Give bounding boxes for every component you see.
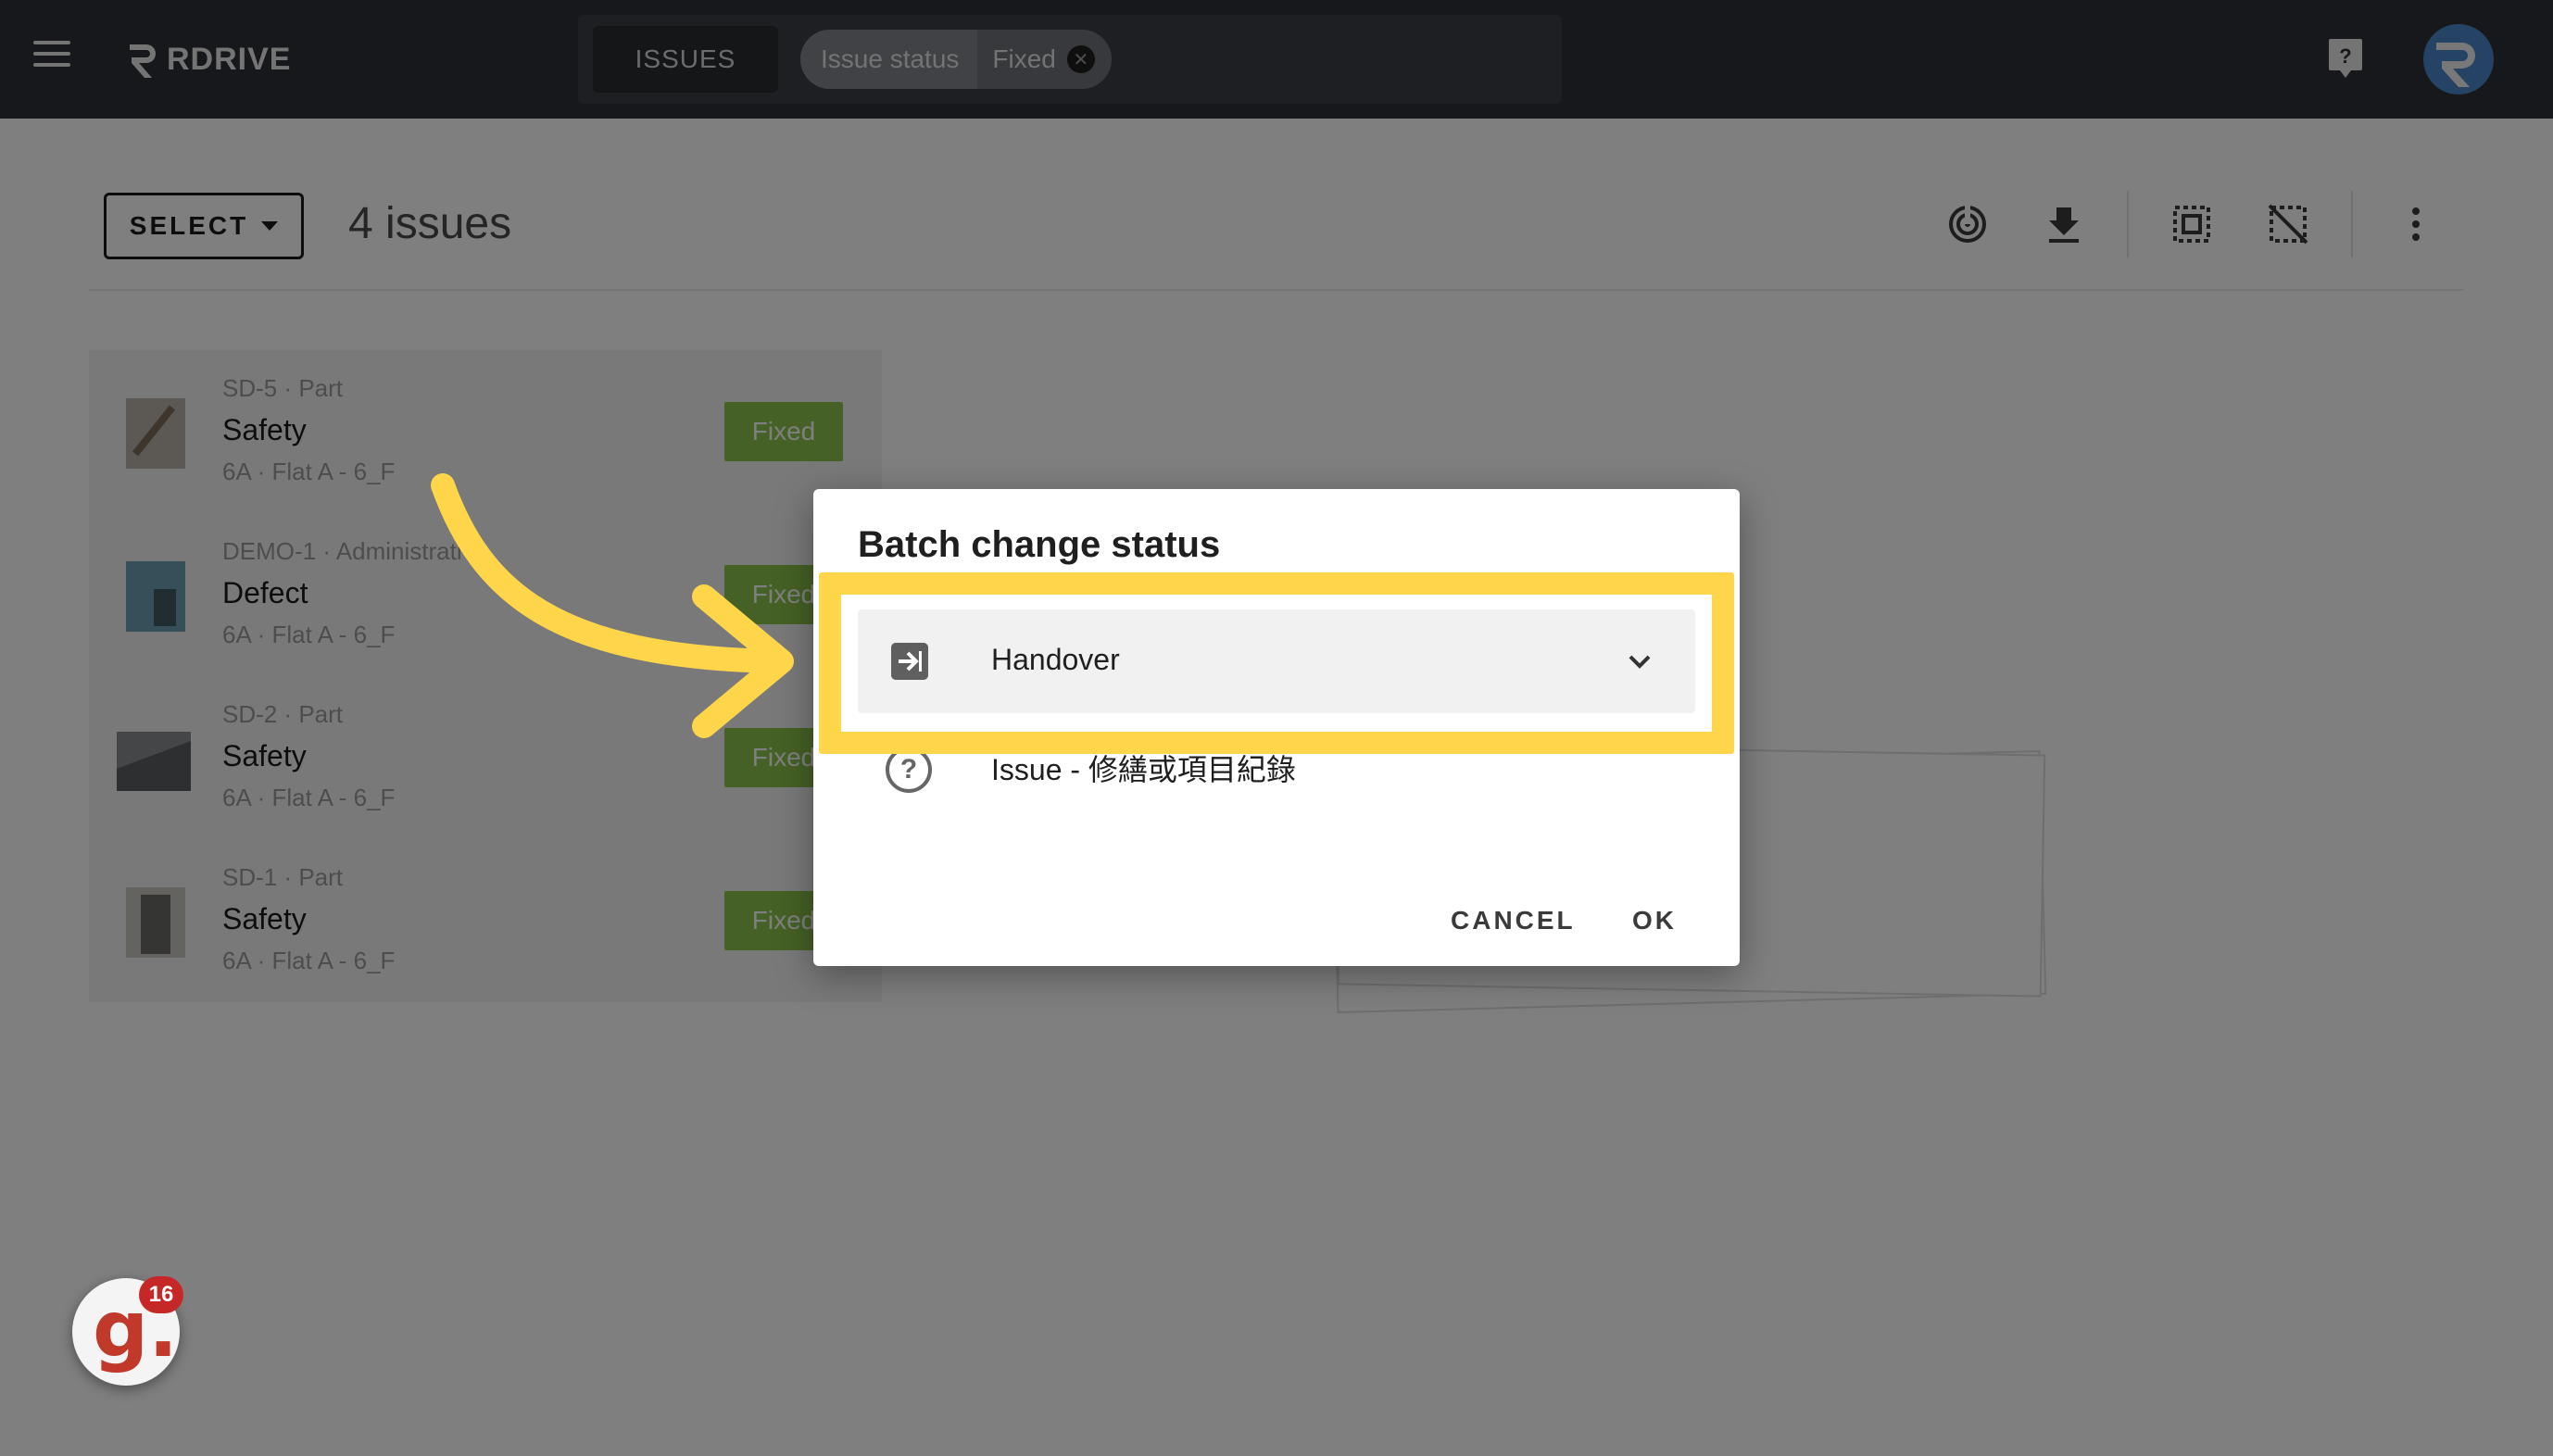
notification-badge: 16: [139, 1276, 183, 1313]
annotation-arrow: [431, 473, 794, 738]
ok-button[interactable]: OK: [1632, 906, 1677, 935]
annotation-highlight: [819, 572, 1734, 754]
dialog-title: Batch change status: [858, 524, 1221, 565]
cancel-button[interactable]: CANCEL: [1451, 906, 1576, 935]
